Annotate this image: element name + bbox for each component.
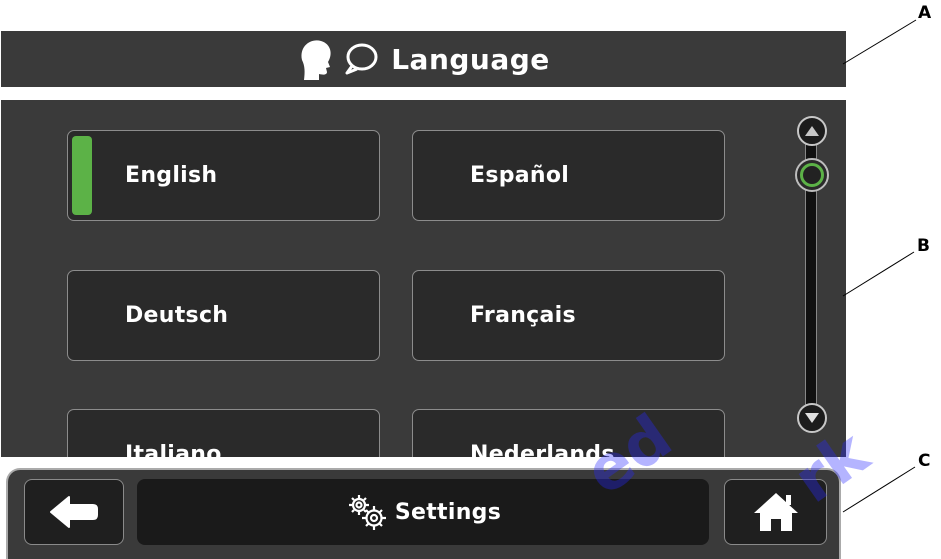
callout-leader-lines [842, 19, 917, 513]
callout-label-a: A [918, 3, 932, 23]
callout-label-b: B [917, 236, 930, 256]
callout-label-c: C [918, 451, 931, 471]
